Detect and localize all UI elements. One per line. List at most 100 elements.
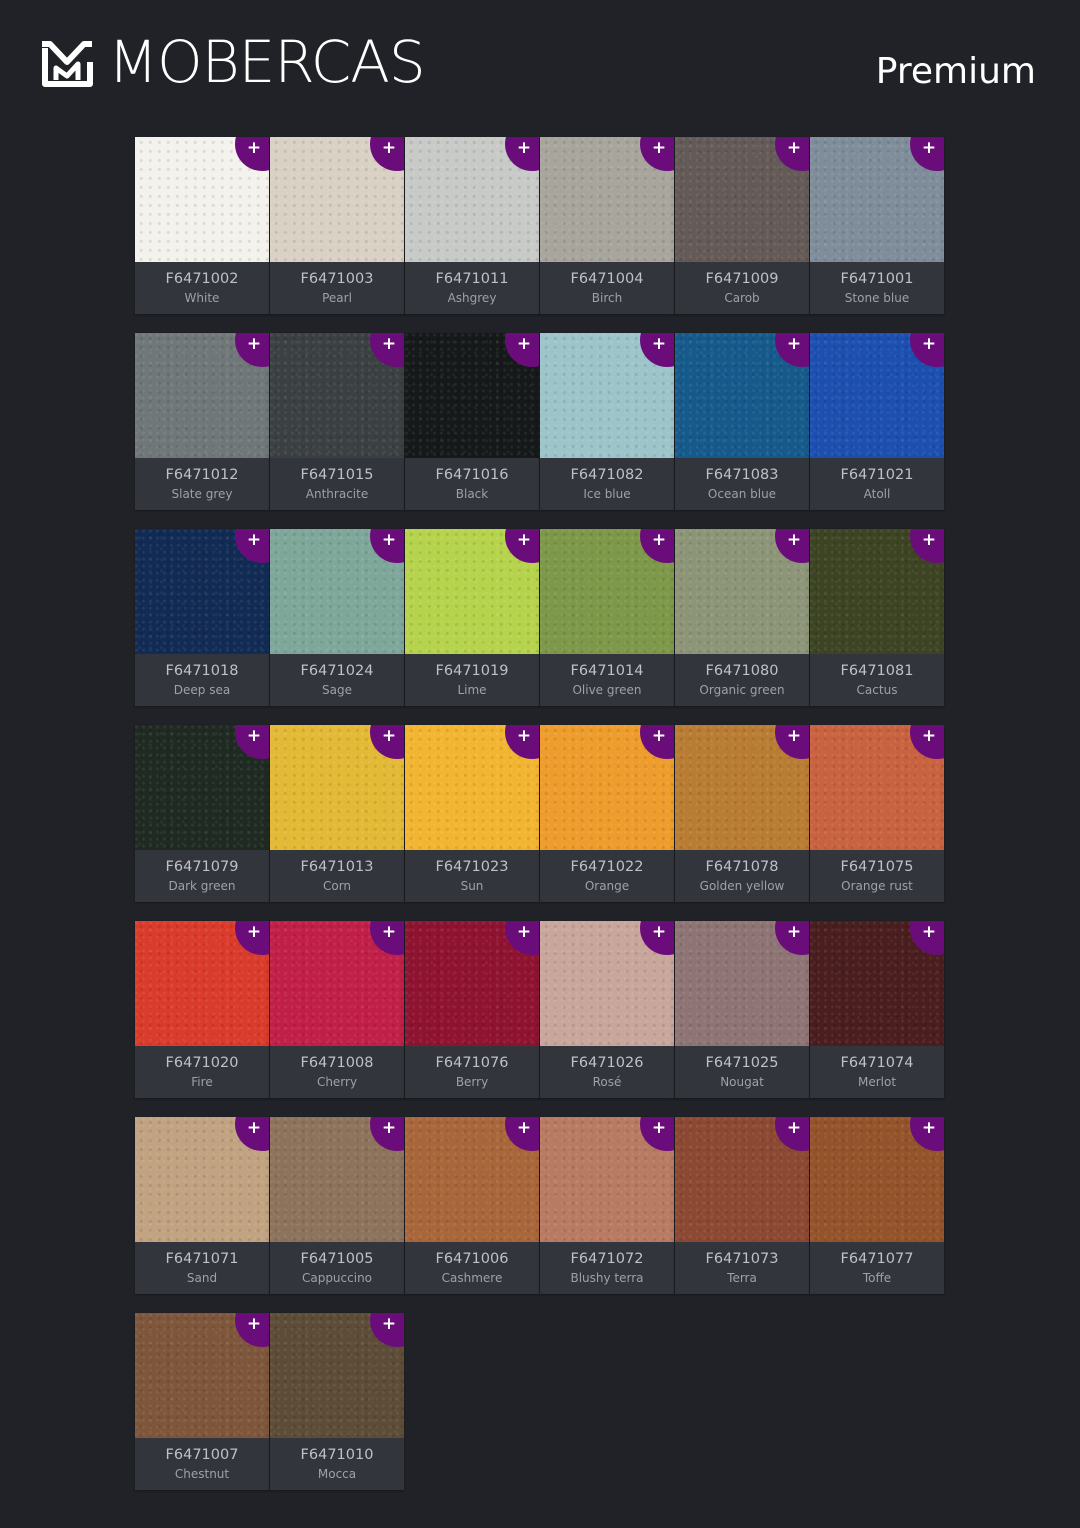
plus-icon[interactable]: + [380,1314,398,1334]
swatch-card[interactable]: + F6471079 Dark green [135,725,269,902]
plus-icon[interactable]: + [920,138,938,158]
swatch-color-sample[interactable]: + [810,725,944,850]
swatch-card[interactable]: + F6471076 Berry [405,921,539,1098]
swatch-color-sample[interactable]: + [270,333,404,458]
swatch-color-sample[interactable]: + [810,1117,944,1242]
plus-icon[interactable]: + [920,530,938,550]
swatch-color-sample[interactable]: + [540,921,674,1046]
swatch-card[interactable]: + F6471001 Stone blue [810,137,944,314]
swatch-color-sample[interactable]: + [135,137,269,262]
swatch-color-sample[interactable]: + [135,529,269,654]
plus-icon[interactable]: + [515,530,533,550]
plus-icon[interactable]: + [785,138,803,158]
plus-icon[interactable]: + [380,530,398,550]
swatch-card[interactable]: + F6471021 Atoll [810,333,944,510]
swatch-card[interactable]: + F6471078 Golden yellow [675,725,809,902]
swatch-card[interactable]: + F6471022 Orange [540,725,674,902]
plus-icon[interactable]: + [245,1314,263,1334]
plus-icon[interactable]: + [650,1118,668,1138]
swatch-color-sample[interactable]: + [270,1313,404,1438]
swatch-card[interactable]: + F6471016 Black [405,333,539,510]
plus-icon[interactable]: + [380,334,398,354]
plus-icon[interactable]: + [380,1118,398,1138]
swatch-card[interactable]: + F6471023 Sun [405,725,539,902]
swatch-color-sample[interactable]: + [270,725,404,850]
swatch-card[interactable]: + F6471008 Cherry [270,921,404,1098]
swatch-card[interactable]: + F6471018 Deep sea [135,529,269,706]
swatch-card[interactable]: + F6471010 Mocca [270,1313,404,1490]
swatch-color-sample[interactable]: + [675,137,809,262]
plus-icon[interactable]: + [650,922,668,942]
swatch-card[interactable]: + F6471026 Rosé [540,921,674,1098]
swatch-color-sample[interactable]: + [405,725,539,850]
swatch-card[interactable]: + F6471014 Olive green [540,529,674,706]
swatch-card[interactable]: + F6471082 Ice blue [540,333,674,510]
plus-icon[interactable]: + [245,530,263,550]
swatch-color-sample[interactable]: + [405,921,539,1046]
plus-icon[interactable]: + [515,138,533,158]
swatch-card[interactable]: + F6471002 White [135,137,269,314]
swatch-color-sample[interactable]: + [270,137,404,262]
swatch-card[interactable]: + F6471072 Blushy terra [540,1117,674,1294]
swatch-color-sample[interactable]: + [675,529,809,654]
swatch-card[interactable]: + F6471006 Cashmere [405,1117,539,1294]
swatch-card[interactable]: + F6471077 Toffe [810,1117,944,1294]
plus-icon[interactable]: + [515,1118,533,1138]
swatch-card[interactable]: + F6471080 Organic green [675,529,809,706]
swatch-color-sample[interactable]: + [810,333,944,458]
swatch-color-sample[interactable]: + [675,333,809,458]
swatch-card[interactable]: + F6471073 Terra [675,1117,809,1294]
swatch-color-sample[interactable]: + [135,1117,269,1242]
plus-icon[interactable]: + [650,334,668,354]
plus-icon[interactable]: + [650,726,668,746]
swatch-color-sample[interactable]: + [540,333,674,458]
plus-icon[interactable]: + [785,922,803,942]
plus-icon[interactable]: + [785,530,803,550]
swatch-card[interactable]: + F6471003 Pearl [270,137,404,314]
swatch-card[interactable]: + F6471071 Sand [135,1117,269,1294]
plus-icon[interactable]: + [245,334,263,354]
swatch-card[interactable]: + F6471011 Ashgrey [405,137,539,314]
plus-icon[interactable]: + [380,726,398,746]
plus-icon[interactable]: + [785,334,803,354]
swatch-card[interactable]: + F6471025 Nougat [675,921,809,1098]
swatch-card[interactable]: + F6471013 Corn [270,725,404,902]
plus-icon[interactable]: + [920,1118,938,1138]
plus-icon[interactable]: + [785,1118,803,1138]
swatch-color-sample[interactable]: + [405,333,539,458]
swatch-color-sample[interactable]: + [810,529,944,654]
plus-icon[interactable]: + [245,138,263,158]
swatch-color-sample[interactable]: + [675,921,809,1046]
swatch-color-sample[interactable]: + [540,137,674,262]
swatch-color-sample[interactable]: + [810,921,944,1046]
swatch-color-sample[interactable]: + [540,1117,674,1242]
plus-icon[interactable]: + [785,726,803,746]
swatch-card[interactable]: + F6471004 Birch [540,137,674,314]
plus-icon[interactable]: + [650,138,668,158]
swatch-color-sample[interactable]: + [540,529,674,654]
swatch-color-sample[interactable]: + [135,921,269,1046]
swatch-card[interactable]: + F6471007 Chestnut [135,1313,269,1490]
swatch-card[interactable]: + F6471081 Cactus [810,529,944,706]
swatch-color-sample[interactable]: + [405,529,539,654]
swatch-card[interactable]: + F6471012 Slate grey [135,333,269,510]
swatch-card[interactable]: + F6471019 Lime [405,529,539,706]
swatch-card[interactable]: + F6471083 Ocean blue [675,333,809,510]
plus-icon[interactable]: + [920,726,938,746]
swatch-color-sample[interactable]: + [675,1117,809,1242]
plus-icon[interactable]: + [245,726,263,746]
swatch-color-sample[interactable]: + [540,725,674,850]
swatch-color-sample[interactable]: + [405,137,539,262]
plus-icon[interactable]: + [920,334,938,354]
swatch-color-sample[interactable]: + [135,725,269,850]
plus-icon[interactable]: + [515,334,533,354]
swatch-color-sample[interactable]: + [270,529,404,654]
swatch-color-sample[interactable]: + [270,921,404,1046]
plus-icon[interactable]: + [515,726,533,746]
swatch-color-sample[interactable]: + [135,333,269,458]
swatch-color-sample[interactable]: + [810,137,944,262]
swatch-card[interactable]: + F6471015 Anthracite [270,333,404,510]
plus-icon[interactable]: + [380,922,398,942]
plus-icon[interactable]: + [920,922,938,942]
plus-icon[interactable]: + [245,1118,263,1138]
